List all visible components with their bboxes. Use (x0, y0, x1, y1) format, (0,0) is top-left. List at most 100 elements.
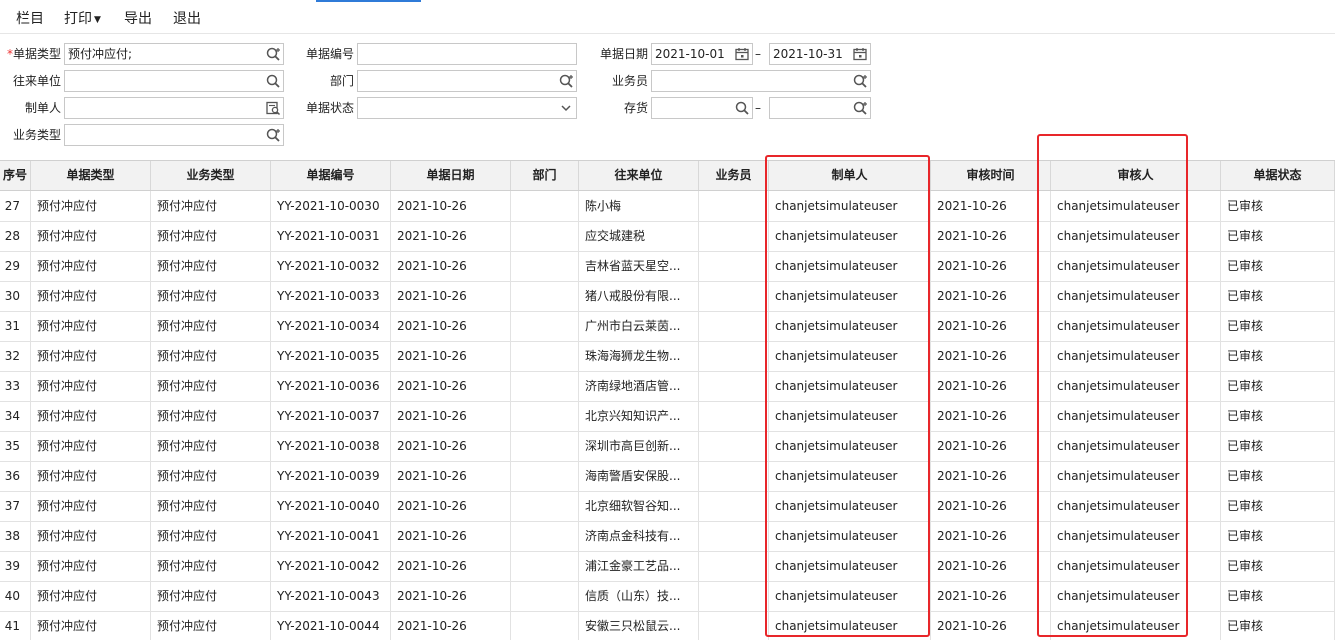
cell-creator: chanjetsimulateuser (769, 521, 931, 551)
cell-dept (511, 611, 579, 640)
search-plus-icon[interactable] (265, 127, 281, 143)
cell-biz-type: 预付冲应付 (151, 461, 271, 491)
cell-partner: 海南警盾安保股... (579, 461, 699, 491)
table-row[interactable]: 37 预付冲应付 预付冲应付 YY-2021-10-0040 2021-10-26 北京细… (0, 491, 1335, 522)
date-from-value: 2021-10-01 (655, 47, 725, 61)
calendar-icon[interactable] (734, 46, 750, 62)
cell-biz-type: 预付冲应付 (151, 401, 271, 431)
inventory-to-field[interactable] (769, 97, 871, 119)
cell-doc-status: 已审核 (1221, 431, 1335, 461)
cell-audit-time: 2021-10-26 (931, 521, 1051, 551)
cell-biz-type: 预付冲应付 (151, 611, 271, 640)
inventory-from-field[interactable] (651, 97, 753, 119)
cell-auditor: chanjetsimulateuser (1051, 371, 1221, 401)
cell-partner: 陈小梅 (579, 191, 699, 221)
column-header-doc-no[interactable]: 单据编号 (271, 161, 391, 190)
cell-seq: 36 (0, 461, 31, 491)
cell-partner: 浦江金豪工艺品... (579, 551, 699, 581)
creator-field[interactable] (64, 97, 284, 119)
print-menu[interactable]: 打印 ▼ (64, 8, 101, 28)
table-row[interactable]: 40 预付冲应付 预付冲应付 YY-2021-10-0043 2021-10-26 信质（… (0, 581, 1335, 612)
cell-doc-no: YY-2021-10-0039 (271, 461, 391, 491)
cell-partner: 北京兴知知识产... (579, 401, 699, 431)
cell-doc-no: YY-2021-10-0033 (271, 281, 391, 311)
doc-no-label: 单据编号 (305, 47, 354, 61)
salesman-field[interactable] (651, 70, 871, 92)
table-row[interactable]: 39 预付冲应付 预付冲应付 YY-2021-10-0042 2021-10-26 浦江金… (0, 551, 1335, 582)
column-header-doc-status[interactable]: 单据状态 (1221, 161, 1335, 190)
table-row[interactable]: 28 预付冲应付 预付冲应付 YY-2021-10-0031 2021-10-26 应交城… (0, 221, 1335, 252)
table-row[interactable]: 36 预付冲应付 预付冲应付 YY-2021-10-0039 2021-10-26 海南警… (0, 461, 1335, 492)
partner-field[interactable] (64, 70, 284, 92)
columns-menu[interactable]: 栏目 (16, 8, 44, 28)
cell-dept (511, 341, 579, 371)
status-select[interactable] (357, 97, 577, 119)
table-header: 序号 单据类型 业务类型 单据编号 单据日期 部门 往来单位 业务员 制单人 审核时间 审核人 单据状… (0, 161, 1335, 191)
dept-field[interactable] (357, 70, 577, 92)
chevron-down-icon[interactable] (558, 100, 574, 116)
column-header-audit-time[interactable]: 审核时间 (931, 161, 1051, 190)
table-row[interactable]: 29 预付冲应付 预付冲应付 YY-2021-10-0032 2021-10-26 吉林省… (0, 251, 1335, 282)
column-header-biz-type[interactable]: 业务类型 (151, 161, 271, 190)
search-plus-icon[interactable] (265, 46, 281, 62)
date-to-value: 2021-10-31 (773, 47, 843, 61)
cell-doc-status: 已审核 (1221, 521, 1335, 551)
column-header-creator[interactable]: 制单人 (769, 161, 931, 190)
cell-doc-date: 2021-10-26 (391, 251, 511, 281)
cell-biz-type: 预付冲应付 (151, 281, 271, 311)
search-icon[interactable] (265, 73, 281, 89)
cell-salesman (699, 281, 769, 311)
column-header-salesman[interactable]: 业务员 (699, 161, 769, 190)
search-plus-icon[interactable] (852, 73, 868, 89)
table-row[interactable]: 30 预付冲应付 预付冲应付 YY-2021-10-0033 2021-10-26 猪八戒… (0, 281, 1335, 312)
chevron-down-icon: ▼ (94, 15, 101, 25)
cell-doc-no: YY-2021-10-0042 (271, 551, 391, 581)
cell-partner: 信质（山东）技... (579, 581, 699, 611)
search-plus-icon[interactable] (558, 73, 574, 89)
salesman-label: 业务员 (611, 74, 648, 88)
cell-auditor: chanjetsimulateuser (1051, 311, 1221, 341)
search-plus-icon[interactable] (852, 100, 868, 116)
cell-biz-type: 预付冲应付 (151, 341, 271, 371)
cell-doc-status: 已审核 (1221, 371, 1335, 401)
column-header-seq[interactable]: 序号 (0, 161, 31, 190)
column-header-doc-type[interactable]: 单据类型 (31, 161, 151, 190)
export-button[interactable]: 导出 (124, 8, 152, 28)
column-header-partner[interactable]: 往来单位 (579, 161, 699, 190)
doc-type-field[interactable]: 预付冲应付; (64, 43, 284, 65)
column-header-doc-date[interactable]: 单据日期 (391, 161, 511, 190)
table-row[interactable]: 27 预付冲应付 预付冲应付 YY-2021-10-0030 2021-10-26 陈小梅… (0, 191, 1335, 222)
biz-type-field[interactable] (64, 124, 284, 146)
date-to-input[interactable]: 2021-10-31 (769, 43, 871, 65)
table-row[interactable]: 33 预付冲应付 预付冲应付 YY-2021-10-0036 2021-10-26 济南绿… (0, 371, 1335, 402)
table-row[interactable]: 38 预付冲应付 预付冲应付 YY-2021-10-0041 2021-10-26 济南点… (0, 521, 1335, 552)
doc-no-input[interactable] (357, 43, 577, 65)
date-from-input[interactable]: 2021-10-01 (651, 43, 753, 65)
cell-creator: chanjetsimulateuser (769, 221, 931, 251)
cell-doc-no: YY-2021-10-0037 (271, 401, 391, 431)
user-lookup-icon[interactable] (265, 100, 281, 116)
cell-audit-time: 2021-10-26 (931, 281, 1051, 311)
cell-seq: 35 (0, 431, 31, 461)
table-row[interactable]: 35 预付冲应付 预付冲应付 YY-2021-10-0038 2021-10-26 深圳市… (0, 431, 1335, 462)
table-row[interactable]: 41 预付冲应付 预付冲应付 YY-2021-10-0044 2021-10-26 安徽三… (0, 611, 1335, 640)
cell-seq: 31 (0, 311, 31, 341)
cell-doc-date: 2021-10-26 (391, 491, 511, 521)
search-icon[interactable] (734, 100, 750, 116)
cell-seq: 34 (0, 401, 31, 431)
cell-creator: chanjetsimulateuser (769, 611, 931, 640)
cell-auditor: chanjetsimulateuser (1051, 281, 1221, 311)
calendar-icon[interactable] (852, 46, 868, 62)
table-row[interactable]: 31 预付冲应付 预付冲应付 YY-2021-10-0034 2021-10-26 广州市… (0, 311, 1335, 342)
cell-biz-type: 预付冲应付 (151, 311, 271, 341)
table-row[interactable]: 34 预付冲应付 预付冲应付 YY-2021-10-0037 2021-10-26 北京兴… (0, 401, 1335, 432)
cell-doc-status: 已审核 (1221, 581, 1335, 611)
cell-seq: 32 (0, 341, 31, 371)
cell-biz-type: 预付冲应付 (151, 371, 271, 401)
table-row[interactable]: 32 预付冲应付 预付冲应付 YY-2021-10-0035 2021-10-26 珠海海… (0, 341, 1335, 372)
column-header-dept[interactable]: 部门 (511, 161, 579, 190)
exit-button[interactable]: 退出 (173, 8, 201, 28)
cell-audit-time: 2021-10-26 (931, 311, 1051, 341)
cell-dept (511, 221, 579, 251)
column-header-auditor[interactable]: 审核人 (1051, 161, 1221, 190)
